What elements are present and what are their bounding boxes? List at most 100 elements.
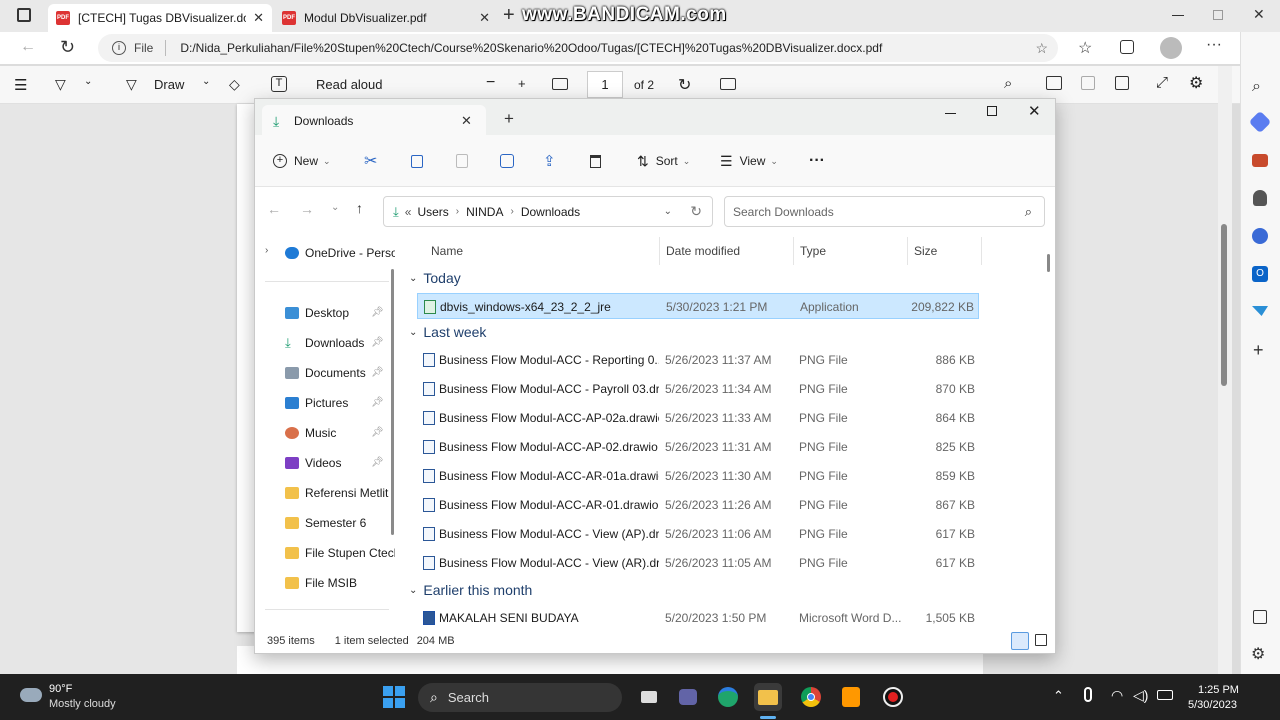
maximize-icon[interactable] xyxy=(987,106,997,116)
column-header-name[interactable]: Name xyxy=(431,237,463,265)
column-header-size[interactable]: Size xyxy=(907,237,937,265)
close-tab-icon[interactable]: ✕ xyxy=(253,10,264,26)
scrollbar-thumb[interactable] xyxy=(1221,224,1227,386)
avatar[interactable] xyxy=(1160,37,1182,59)
refresh-icon[interactable]: ↻ xyxy=(60,37,75,58)
list-item[interactable]: Business Flow Modul-ACC-AP-02a.drawio 5/2… xyxy=(417,405,979,431)
new-tab-icon[interactable]: + xyxy=(504,109,514,129)
rename-icon[interactable] xyxy=(500,135,514,187)
battery-icon[interactable] xyxy=(1157,690,1173,700)
text-icon[interactable]: T xyxy=(271,76,287,92)
file-explorer-icon[interactable] xyxy=(754,683,782,711)
new-tab-icon[interactable]: + xyxy=(503,4,515,27)
share-icon[interactable]: ⇪ xyxy=(543,135,556,187)
pin-icon[interactable]: 📌︎ xyxy=(371,337,384,348)
close-tab-icon[interactable]: ✕ xyxy=(479,10,490,26)
shopping-icon[interactable] xyxy=(1248,110,1272,134)
nav-onedrive[interactable]: OneDrive - Perso xyxy=(285,241,395,265)
add-icon[interactable]: + xyxy=(1253,340,1264,361)
breadcrumb-overflow[interactable]: « xyxy=(405,205,412,219)
recent-locations-icon[interactable]: ⌄ xyxy=(331,202,339,213)
windows-start-icon[interactable] xyxy=(383,686,405,708)
chevron-right-icon[interactable]: › xyxy=(265,245,268,256)
volume-icon[interactable]: ◁) xyxy=(1133,687,1148,704)
favorite-add-icon[interactable]: ☆ xyxy=(1035,40,1048,57)
close-tab-icon[interactable]: ✕ xyxy=(461,113,472,129)
column-header-type[interactable]: Type xyxy=(793,237,826,265)
view-button[interactable]: ☰ View ⌄ xyxy=(720,135,778,187)
page-view-icon[interactable] xyxy=(720,78,736,90)
chevron-up-icon[interactable]: ⌃ xyxy=(1053,688,1064,704)
breadcrumb-users[interactable]: Users xyxy=(417,205,448,219)
highlight-icon[interactable]: ▽ xyxy=(55,76,66,93)
tiles-view-icon[interactable] xyxy=(1035,634,1047,646)
delete-icon[interactable] xyxy=(590,135,601,187)
minimize-icon[interactable] xyxy=(1172,15,1184,16)
outlook-icon[interactable]: O xyxy=(1252,266,1268,282)
nav-scrollbar[interactable] xyxy=(391,269,394,535)
save-icon[interactable] xyxy=(1081,76,1095,90)
clock-date[interactable]: 5/30/2023 xyxy=(1188,699,1237,711)
pin-icon[interactable]: 📌︎ xyxy=(371,457,384,468)
rotate-icon[interactable]: ↻ xyxy=(678,75,691,95)
favorites-icon[interactable]: ☆ xyxy=(1078,38,1092,58)
new-button[interactable]: + New ⌄ xyxy=(273,135,331,187)
tools-icon[interactable] xyxy=(1252,154,1268,167)
back-icon[interactable]: ← xyxy=(20,38,36,56)
task-view-icon[interactable] xyxy=(635,683,663,711)
column-header-date[interactable]: Date modified xyxy=(659,237,740,265)
list-item[interactable]: MAKALAH SENI BUDAYA 5/20/2023 1:50 PM Micr… xyxy=(417,605,979,629)
list-item[interactable]: Business Flow Modul-ACC-AR-01.drawio 5/26… xyxy=(417,492,979,518)
fit-page-icon[interactable] xyxy=(552,78,568,90)
info-icon[interactable]: i xyxy=(112,41,126,55)
nav-file-msib[interactable]: File MSIB xyxy=(285,571,395,595)
zoom-out-icon[interactable]: − xyxy=(486,74,495,92)
copy-icon[interactable] xyxy=(411,135,423,187)
search-icon[interactable]: ⌕ xyxy=(1252,78,1261,96)
explorer-tab-downloads[interactable]: ⤓ Downloads ✕ xyxy=(262,105,486,137)
chevron-down-icon[interactable]: ⌄ xyxy=(202,76,210,87)
clock-time[interactable]: 1:25 PM xyxy=(1198,684,1239,696)
nav-semester-6[interactable]: Semester 6 xyxy=(285,511,395,535)
nav-referensi-metlit[interactable]: Referensi Metlit xyxy=(285,481,395,505)
list-item[interactable]: dbvis_windows-x64_23_2_2_jre 5/30/2023 1… xyxy=(417,293,979,319)
list-item[interactable]: Business Flow Modul-ACC-AR-01a.drawio 5/2… xyxy=(417,463,979,489)
taskbar-search[interactable]: ⌕ Search xyxy=(418,683,622,712)
list-item[interactable]: Business Flow Modul-ACC - View (AR).dr..… xyxy=(417,550,979,576)
microsoft-365-icon[interactable] xyxy=(1252,228,1268,244)
maximize-icon[interactable] xyxy=(1213,10,1223,20)
list-item[interactable]: Business Flow Modul-ACC - Reporting 0...… xyxy=(417,347,979,373)
tab-actions-icon[interactable] xyxy=(17,8,31,22)
tab-ctech-tugas[interactable]: PDF [CTECH] Tugas DBVisualizer.docx.pdf … xyxy=(48,4,272,32)
group-today[interactable]: ⌄ Today xyxy=(409,267,461,289)
split-screen-icon[interactable] xyxy=(1253,610,1267,624)
address-bar[interactable]: i File D:/Nida_Perkuliahan/File%20Stupen… xyxy=(98,34,1058,62)
cut-icon[interactable]: ✂ xyxy=(364,135,377,187)
sort-button[interactable]: ⇅ Sort ⌄ xyxy=(637,135,690,187)
up-icon[interactable]: ↑ xyxy=(356,200,363,216)
breadcrumb[interactable]: ⤓ « Users › NINDA › Downloads ⌄ ↻ xyxy=(383,196,713,227)
list-item[interactable]: Business Flow Modul-ACC - View (AP).dr..… xyxy=(417,521,979,547)
close-window-icon[interactable]: ✕ xyxy=(1028,102,1041,120)
group-last-week[interactable]: ⌄ Last week xyxy=(409,321,486,343)
fullscreen-icon[interactable]: ⤢ xyxy=(1156,74,1168,91)
wifi-icon[interactable]: ◠ xyxy=(1111,687,1123,704)
viewer-scrollbar[interactable] xyxy=(1218,66,1232,674)
breadcrumb-ninda[interactable]: NINDA xyxy=(466,205,503,219)
save-as-icon[interactable] xyxy=(1115,76,1129,90)
read-aloud-button[interactable]: Read aloud xyxy=(316,77,383,92)
back-icon[interactable]: ← xyxy=(267,201,281,217)
pin-icon[interactable]: 📌︎ xyxy=(371,367,384,378)
forward-icon[interactable]: → xyxy=(300,201,314,217)
weather-desc[interactable]: Mostly cloudy xyxy=(49,698,116,710)
pin-icon[interactable]: 📌︎ xyxy=(371,427,384,438)
weather-temp[interactable]: 90°F xyxy=(49,683,72,695)
pin-icon[interactable]: 📌︎ xyxy=(371,397,384,408)
chevron-down-icon[interactable]: ⌄ xyxy=(84,76,92,87)
settings-icon[interactable]: ⚙ xyxy=(1251,644,1265,664)
file-list-scrollbar[interactable] xyxy=(1047,254,1050,272)
search-icon[interactable]: ⌕ xyxy=(1004,75,1012,92)
send-icon[interactable] xyxy=(1252,306,1268,316)
microphone-icon[interactable] xyxy=(1084,687,1092,702)
collections-icon[interactable] xyxy=(1120,40,1134,54)
